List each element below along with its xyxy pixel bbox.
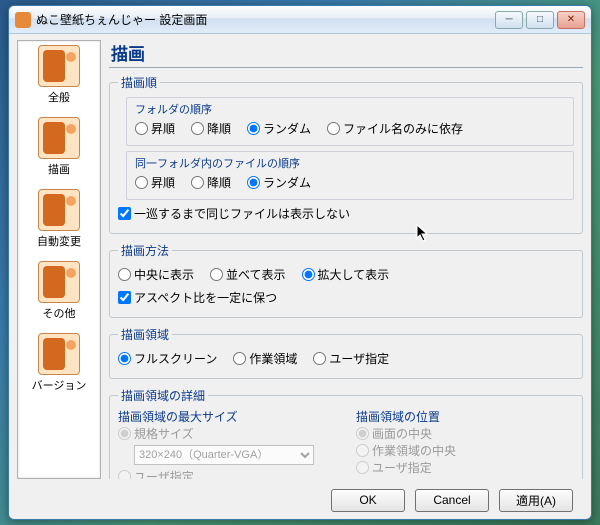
dialog-footer: OK Cancel 適用(A) bbox=[9, 481, 591, 519]
radio-method-stretch[interactable]: 拡大して表示 bbox=[302, 266, 390, 283]
apply-button[interactable]: 適用(A) bbox=[499, 489, 573, 512]
autochange-icon bbox=[38, 189, 80, 231]
sidebar-item-version[interactable]: バージョン bbox=[18, 333, 100, 393]
radio-pos-screen-center[interactable]: 画面の中央 bbox=[356, 425, 564, 442]
maximize-button[interactable]: □ bbox=[526, 11, 554, 29]
radio-folder-random[interactable]: ランダム bbox=[247, 120, 311, 137]
select-preset-size[interactable]: 320×240（Quarter-VGA） bbox=[134, 445, 314, 465]
radio-method-center[interactable]: 中央に表示 bbox=[118, 266, 194, 283]
ok-button[interactable]: OK bbox=[331, 489, 405, 512]
subgroup-file-order: 同一フォルダ内のファイルの順序 昇順 降順 ランダム bbox=[126, 151, 574, 200]
settings-window: ぬこ壁紙ちぇんじゃー 設定画面 ─ □ ✕ 全般 描画 自動変更 その他 bbox=[8, 5, 592, 520]
group-detail: 描画領域の詳細 描画領域の最大サイズ 規格サイズ 320×240（Quarter… bbox=[109, 387, 583, 479]
subgroup-folder-order: フォルダの順序 昇順 降順 ランダム ファイル名のみに依存 bbox=[126, 97, 574, 146]
group-region: 描画領域 フルスクリーン 作業領域 ユーザ指定 bbox=[109, 326, 583, 379]
radio-file-desc[interactable]: 降順 bbox=[191, 174, 231, 191]
radio-size-standard[interactable]: 規格サイズ bbox=[118, 425, 326, 442]
titlebar[interactable]: ぬこ壁紙ちぇんじゃー 設定画面 ─ □ ✕ bbox=[9, 6, 591, 34]
check-norepeat[interactable]: 一巡するまで同じファイルは表示しない bbox=[118, 205, 350, 222]
col-position: 描画領域の位置 画面の中央 作業領域の中央 ユーザ指定 左上のX座標 左上のY座… bbox=[356, 408, 574, 479]
legend-order: 描画順 bbox=[118, 74, 160, 91]
sidebar-item-other[interactable]: その他 bbox=[18, 261, 100, 321]
radio-region-workarea[interactable]: 作業領域 bbox=[233, 350, 297, 367]
group-order: 描画順 フォルダの順序 昇順 降順 ランダム ファイル名のみに依存 同一フォルダ… bbox=[109, 74, 583, 234]
general-icon bbox=[38, 45, 80, 87]
cancel-button[interactable]: Cancel bbox=[415, 489, 489, 512]
sidebar-item-general[interactable]: 全般 bbox=[18, 45, 100, 105]
radio-pos-user[interactable]: ユーザ指定 bbox=[356, 459, 564, 476]
radio-region-user[interactable]: ユーザ指定 bbox=[313, 350, 389, 367]
close-button[interactable]: ✕ bbox=[557, 11, 585, 29]
radio-pos-work-center[interactable]: 作業領域の中央 bbox=[356, 442, 564, 459]
radio-method-tile[interactable]: 並べて表示 bbox=[210, 266, 286, 283]
version-icon bbox=[38, 333, 80, 375]
group-method: 描画方法 中央に表示 並べて表示 拡大して表示 アスペクト比を一定に保つ bbox=[109, 242, 583, 318]
sidebar-item-draw[interactable]: 描画 bbox=[18, 117, 100, 177]
radio-folder-filename[interactable]: ファイル名のみに依存 bbox=[327, 120, 463, 137]
draw-icon bbox=[38, 117, 80, 159]
radio-file-random[interactable]: ランダム bbox=[247, 174, 311, 191]
other-icon bbox=[38, 261, 80, 303]
radio-file-asc[interactable]: 昇順 bbox=[135, 174, 175, 191]
radio-folder-desc[interactable]: 降順 bbox=[191, 120, 231, 137]
content-area: 全般 描画 自動変更 その他 バージョン 描画 描画順 bbox=[9, 34, 591, 481]
app-icon bbox=[15, 12, 31, 28]
sidebar: 全般 描画 自動変更 その他 バージョン bbox=[17, 40, 101, 479]
radio-size-user[interactable]: ユーザ指定 bbox=[118, 468, 326, 479]
check-aspect[interactable]: アスペクト比を一定に保つ bbox=[118, 289, 277, 306]
col-maxsize: 描画領域の最大サイズ 規格サイズ 320×240（Quarter-VGA） ユー… bbox=[118, 408, 336, 479]
main-panel: 描画 描画順 フォルダの順序 昇順 降順 ランダム ファイル名のみに依存 同一フ… bbox=[109, 40, 583, 479]
radio-folder-asc[interactable]: 昇順 bbox=[135, 120, 175, 137]
minimize-button[interactable]: ─ bbox=[495, 11, 523, 29]
page-title: 描画 bbox=[109, 40, 583, 68]
radio-region-fullscreen[interactable]: フルスクリーン bbox=[118, 350, 217, 367]
window-title: ぬこ壁紙ちぇんじゃー 設定画面 bbox=[36, 11, 492, 28]
sidebar-item-autochange[interactable]: 自動変更 bbox=[18, 189, 100, 249]
